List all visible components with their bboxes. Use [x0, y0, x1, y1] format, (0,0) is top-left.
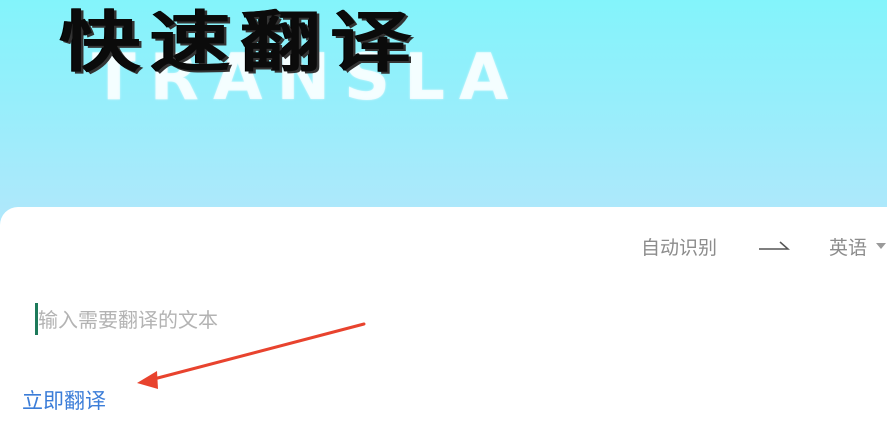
translate-now-button[interactable]: 立即翻译: [22, 385, 106, 415]
text-cursor: [35, 303, 38, 335]
source-text-input[interactable]: [34, 301, 838, 339]
source-language-select[interactable]: 自动识别: [641, 233, 717, 260]
banner-title: 快速翻译: [60, 4, 422, 81]
swap-arrow-icon[interactable]: [757, 236, 791, 256]
translate-page: TRANSLA 快速翻译 自动识别 英语 立即翻译: [0, 0, 887, 439]
caret-down-icon[interactable]: [875, 241, 887, 251]
header-banner: TRANSLA 快速翻译: [0, 0, 887, 230]
source-text-area: [34, 301, 854, 341]
language-selector-bar: 自动识别 英语: [641, 229, 887, 263]
translate-card: 自动识别 英语 立即翻译: [0, 207, 887, 439]
target-language-select[interactable]: 英语: [829, 233, 867, 260]
